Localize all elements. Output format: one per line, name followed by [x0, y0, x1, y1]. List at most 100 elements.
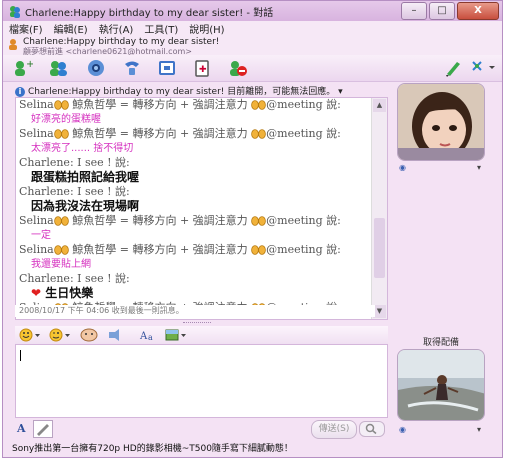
info-icon: i	[15, 86, 25, 97]
font-style-icon[interactable]: A	[17, 422, 26, 435]
scrollbar[interactable]: ▲ ▼	[371, 98, 387, 319]
sender-name: Selina	[19, 214, 54, 227]
svg-text:A: A	[139, 331, 148, 342]
input-bottom-bar: A 傳送(S)	[15, 420, 388, 439]
scroll-up-button[interactable]: ▲	[373, 99, 386, 112]
message-header: Charlene: I see ! 說:	[19, 185, 371, 199]
sender-nickname: 鯨魚哲學 = 轉移方向 + 強調注意力	[72, 127, 248, 140]
handwriting-icon[interactable]	[33, 420, 53, 438]
activities-icon[interactable]	[157, 58, 179, 78]
conversation-history[interactable]: Selina 鯨魚哲學 = 轉移方向 + 強調注意力 @meeting 說: 好漂…	[15, 97, 388, 320]
menu-actions[interactable]: 執行(A)	[99, 21, 134, 36]
emoticon-icon	[251, 98, 266, 111]
svg-text:✚: ✚	[199, 65, 207, 75]
menu-edit[interactable]: 編輯(E)	[54, 21, 88, 36]
emoticon-icon	[53, 127, 69, 140]
emoticon-icon	[53, 98, 69, 111]
scroll-thumb[interactable]	[374, 218, 385, 278]
emoticon-icon	[251, 127, 266, 140]
menu-help[interactable]: 說明(H)	[189, 21, 224, 36]
emoticon-icon	[53, 214, 69, 227]
search-button[interactable]	[359, 421, 385, 437]
emoticon-icon[interactable]	[19, 328, 43, 342]
contact-header: Charlene:Happy birthday to my dear siste…	[3, 35, 502, 56]
share-files-icon[interactable]	[48, 58, 70, 78]
video-call-icon[interactable]	[85, 58, 107, 78]
message-body: 我還要貼上網	[31, 259, 91, 270]
sender-nickname: 鯨魚哲學 = 轉移方向 + 強調注意力	[72, 243, 248, 256]
my-picture-label[interactable]: 取得配備	[398, 335, 484, 348]
message-text: 好漂亮的蛋糕喔	[19, 112, 371, 127]
send-button[interactable]: 傳送(S)	[311, 420, 357, 439]
sender-suffix: @meeting 說:	[266, 98, 341, 111]
advertisement-link[interactable]: Sony推出第一台擁有720p HD的錄影相機~T500隨手寫下細膩動態！	[12, 441, 482, 454]
sender-nickname: 鯨魚哲學 = 轉移方向 + 強調注意力	[72, 214, 248, 227]
sender-suffix: @meeting 說:	[266, 127, 341, 140]
minimize-button[interactable]: –	[401, 2, 427, 20]
away-notice: i Charlene:Happy birthday to my dear sist…	[15, 84, 391, 98]
background-image-icon[interactable]	[165, 328, 189, 342]
contact-status-icon	[9, 39, 17, 50]
invite-contact-icon[interactable]: +	[11, 58, 33, 78]
contact-picture-chevron-icon[interactable]: ▾	[477, 163, 481, 172]
my-picture-chevron-icon[interactable]: ▾	[477, 425, 481, 434]
wink-icon[interactable]	[49, 328, 73, 342]
svg-text:a: a	[148, 333, 153, 342]
title-bar: Charlene:Happy birthday to my dear siste…	[3, 1, 502, 22]
message-header: Selina 鯨魚哲學 = 轉移方向 + 強調注意力 @meeting 說:	[19, 243, 371, 257]
message-text: 因為我沒法在現場啊	[19, 199, 371, 214]
contact-display-picture[interactable]	[397, 83, 485, 161]
message-body: 因為我沒法在現場啊	[31, 199, 140, 213]
sender-name: Charlene: I see ! 說:	[19, 156, 130, 169]
voice-clip-icon[interactable]	[79, 328, 99, 342]
message-text: 太漂亮了...... 捨不得切	[19, 141, 371, 156]
format-toolbar: Aa	[15, 326, 388, 344]
sender-nickname: 鯨魚哲學 = 轉移方向 + 強調注意力	[72, 98, 248, 111]
message-text: 一定	[19, 228, 371, 243]
font-icon[interactable]: Aa	[139, 328, 157, 342]
menu-file[interactable]: 檔案(F)	[9, 21, 43, 36]
message-header: Selina 鯨魚哲學 = 轉移方向 + 強調注意力 @meeting 說:	[19, 127, 371, 141]
message-header: Selina 鯨魚哲學 = 轉移方向 + 強調注意力 @meeting 說:	[19, 98, 371, 112]
my-display-picture[interactable]	[397, 349, 485, 421]
nudge-icon[interactable]	[107, 328, 123, 342]
message-body: 一定	[31, 230, 51, 241]
last-message-timestamp: 2008/10/17 下午 04:06 收到最後一則訊息。	[15, 305, 375, 317]
paint-brush-icon[interactable]	[443, 58, 465, 78]
message-text: ❤ 生日快樂	[19, 286, 371, 301]
sender-suffix: @meeting 說:	[266, 243, 341, 256]
message-header: Selina 鯨魚哲學 = 轉移方向 + 強調注意力 @meeting 說:	[19, 214, 371, 228]
my-webcam-icon[interactable]: ◉	[399, 425, 406, 434]
sender-name: Selina	[19, 243, 54, 256]
message-list: Selina 鯨魚哲學 = 轉移方向 + 強調注意力 @meeting 說: 好漂…	[19, 98, 371, 319]
message-header: Charlene: I see ! 說:	[19, 156, 371, 170]
window-title: Charlene:Happy birthday to my dear siste…	[25, 8, 274, 19]
emoticon-icon	[251, 243, 266, 256]
conversation-window: Charlene:Happy birthday to my dear siste…	[2, 0, 503, 458]
sender-name: Selina	[19, 127, 54, 140]
message-header: Charlene: I see ! 說:	[19, 272, 371, 286]
games-icon[interactable]: ✚	[192, 58, 214, 78]
chevron-down-icon[interactable]: ▾	[338, 87, 343, 97]
toolbar: + ✚	[3, 55, 502, 82]
sender-name: Selina	[19, 98, 54, 111]
message-body: 太漂亮了...... 捨不得切	[31, 143, 134, 154]
maximize-button[interactable]: □	[429, 2, 455, 20]
call-phone-icon[interactable]	[121, 58, 143, 78]
block-contact-icon[interactable]	[227, 58, 249, 78]
message-body: 好漂亮的蛋糕喔	[31, 114, 101, 125]
message-input[interactable]	[15, 344, 388, 418]
away-notice-text: Charlene:Happy birthday to my dear siste…	[28, 87, 336, 97]
menu-bar: 檔案(F) 編輯(E) 執行(A) 工具(T) 說明(H)	[3, 21, 502, 36]
sender-suffix: @meeting 說:	[266, 214, 341, 227]
message-text: 我還要貼上網	[19, 257, 371, 272]
emoticon-icon	[251, 214, 266, 227]
options-menu-icon[interactable]	[469, 58, 499, 78]
close-button[interactable]: X	[457, 2, 499, 20]
heart-icon: ❤	[31, 286, 46, 300]
menu-tools[interactable]: 工具(T)	[144, 21, 178, 36]
message-body: 生日快樂	[45, 286, 94, 300]
messenger-icon	[10, 6, 20, 18]
contact-webcam-icon[interactable]: ◉	[399, 163, 406, 172]
message-text: 跟蛋糕拍照記給我喔	[19, 170, 371, 185]
